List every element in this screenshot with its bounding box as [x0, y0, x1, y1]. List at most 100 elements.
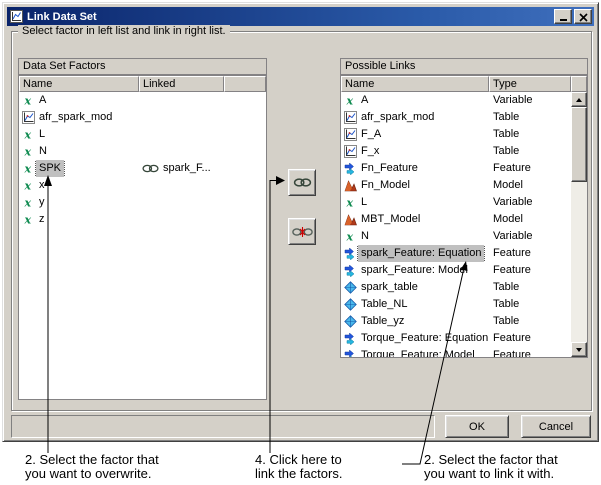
link-icon [141, 164, 160, 173]
link-type: Variable [493, 230, 533, 242]
variable-icon: x [21, 196, 36, 210]
link-type: Model [493, 213, 523, 225]
factor-row[interactable]: x SPK spark_F... [19, 160, 266, 177]
factor-row[interactable]: xx [19, 177, 266, 194]
model-icon [343, 179, 358, 192]
close-button[interactable] [574, 9, 592, 24]
possible-link-row[interactable]: Torque_Feature: Model Feature [341, 347, 571, 357]
variable-icon: x [21, 162, 36, 176]
link-type-cell: Variable [489, 228, 571, 245]
column-header-filler [224, 76, 266, 92]
link-type: Table [493, 128, 520, 140]
link-name: Fn_Feature [361, 162, 418, 174]
link-type-cell: Model [489, 211, 571, 228]
link-name: Fn_Model [361, 179, 410, 191]
link-name-cell: Fn_Model [341, 177, 489, 194]
table-plot-icon [21, 111, 36, 124]
possible-link-row[interactable]: spark_table Table [341, 279, 571, 296]
possible-link-row[interactable]: Fn_Model Model [341, 177, 571, 194]
link-name: afr_spark_mod [361, 111, 435, 123]
ok-button[interactable]: OK [445, 415, 509, 438]
possible-link-row[interactable]: Torque_Feature: Equation Feature [341, 330, 571, 347]
possible-link-row[interactable]: spark_Feature: Equation Feature [341, 245, 571, 262]
close-icon [578, 13, 588, 22]
column-header-linked[interactable]: Linked [139, 76, 224, 92]
svg-text:x: x [345, 95, 353, 108]
table3d-icon [343, 281, 358, 294]
column-header-name[interactable]: Name [19, 76, 139, 92]
left-table-header: Name Linked [19, 76, 266, 92]
link-type-cell: Variable [489, 92, 571, 109]
link-name-cell: Torque_Feature: Model [341, 347, 489, 357]
svg-text:x: x [23, 180, 31, 193]
possible-link-row[interactable]: x A Variable [341, 92, 571, 109]
variable-icon: x [343, 196, 358, 210]
factor-name: N [39, 145, 47, 157]
column-header-name[interactable]: Name [341, 76, 489, 92]
link-button[interactable] [288, 169, 316, 196]
groupbox: Select factor in left list and link in r… [11, 25, 592, 411]
factor-row[interactable]: xL [19, 126, 266, 143]
table-plot-icon [343, 145, 358, 158]
possible-link-row[interactable]: Fn_Feature Feature [341, 160, 571, 177]
annotation-line: 2. Select the factor that [25, 452, 159, 467]
possible-link-row[interactable]: afr_spark_mod Table [341, 109, 571, 126]
scroll-down-button[interactable] [571, 342, 587, 357]
link-name: spark_Feature: Equation [356, 245, 486, 262]
feature-icon [343, 162, 358, 175]
factor-row[interactable]: xz [19, 211, 266, 228]
link-name: Torque_Feature: Equation [361, 332, 489, 344]
possible-link-row[interactable]: MBT_Model Model [341, 211, 571, 228]
link-name: MBT_Model [361, 213, 421, 225]
triangle-down-icon [576, 347, 582, 352]
link-type: Variable [493, 196, 533, 208]
feature-icon [343, 264, 358, 277]
scrollbar-thumb[interactable] [571, 107, 587, 182]
link-type-cell: Feature [489, 160, 571, 177]
annotation-link-with: 2. Select the factor that you want to li… [424, 453, 558, 481]
link-type-cell: Table [489, 109, 571, 126]
link-type-cell: Table [489, 279, 571, 296]
unlink-button[interactable] [288, 218, 316, 245]
factor-name-cell: afr_spark_mod [19, 109, 139, 126]
annotation-line: 4. Click here to [255, 452, 342, 467]
svg-text:x: x [23, 95, 31, 108]
annotation-line: you want to link it with. [424, 466, 555, 481]
minimize-button[interactable] [554, 9, 572, 24]
variable-icon: x [21, 94, 36, 108]
column-header-type[interactable]: Type [489, 76, 571, 92]
possible-link-row[interactable]: x L Variable [341, 194, 571, 211]
link-icon [293, 178, 311, 187]
factor-row[interactable]: afr_spark_mod [19, 109, 266, 126]
link-name: L [361, 196, 368, 208]
factor-name-cell: xA [19, 92, 139, 109]
link-name-cell: xA [341, 92, 489, 109]
possible-link-row[interactable]: F_A Table [341, 126, 571, 143]
svg-text:x: x [23, 129, 31, 142]
possible-link-row[interactable]: Table_yz Table [341, 313, 571, 330]
link-name-cell: afr_spark_mod [341, 109, 489, 126]
factor-row[interactable]: xy [19, 194, 266, 211]
table3d-icon [343, 315, 358, 328]
possible-links-list-body: x A Variable afr_spark_mod Table F_A Table F_x T… [341, 92, 571, 357]
possible-link-row[interactable]: spark_Feature: Model Feature [341, 262, 571, 279]
svg-text:x: x [345, 197, 353, 210]
possible-link-row[interactable]: x N Variable [341, 228, 571, 245]
link-name-cell: xN [341, 228, 489, 245]
factor-row[interactable]: xN [19, 143, 266, 160]
annotation-line: you want to overwrite. [25, 466, 152, 481]
link-name-cell: Torque_Feature: Equation [341, 330, 489, 347]
link-type: Table [493, 315, 520, 327]
scroll-up-button[interactable] [571, 92, 587, 107]
link-type: Variable [493, 94, 533, 106]
factor-name-cell: xy [19, 194, 139, 211]
possible-link-row[interactable]: Table_NL Table [341, 296, 571, 313]
dialog-titlebar[interactable]: Link Data Set [7, 7, 594, 26]
link-type-cell: Feature [489, 245, 571, 262]
factor-row[interactable]: xA [19, 92, 266, 109]
possible-link-row[interactable]: F_x Table [341, 143, 571, 160]
model-icon [343, 213, 358, 226]
svg-text:x: x [23, 163, 31, 176]
scrollbar-track[interactable] [571, 107, 587, 342]
cancel-button[interactable]: Cancel [521, 415, 591, 438]
